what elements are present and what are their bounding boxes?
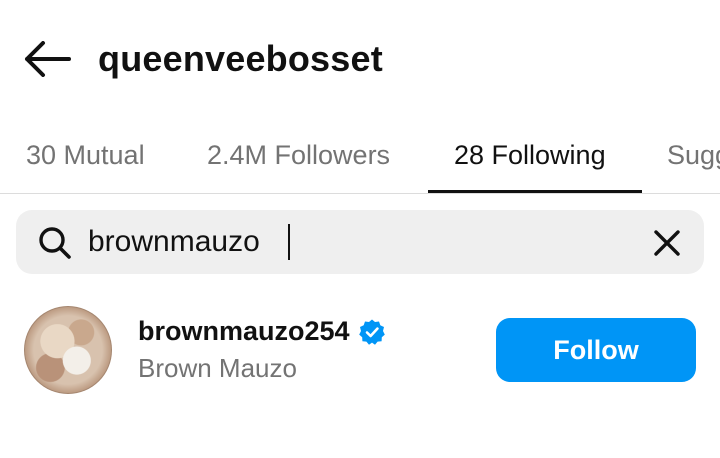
active-tab-indicator (428, 190, 642, 193)
verified-badge-icon (358, 319, 385, 345)
search-icon (39, 227, 71, 259)
back-button[interactable] (20, 36, 74, 82)
tab-following[interactable]: 28 Following (454, 116, 606, 193)
full-name: Brown Mauzo (138, 353, 297, 383)
tab-mutual[interactable]: 30 Mutual (26, 116, 145, 193)
tab-followers[interactable]: 2.4M Followers (207, 116, 390, 193)
text-cursor (288, 224, 290, 260)
tab-bar: 30 Mutual 2.4M Followers 28 Following Su… (0, 116, 720, 194)
search-input[interactable] (88, 220, 628, 264)
page-title: queenveebosset (98, 38, 383, 79)
list-item[interactable]: brownmauzo254 Brown Mauzo Follow (0, 296, 720, 404)
follow-button[interactable]: Follow (496, 318, 696, 382)
tab-suggested[interactable]: Suggested (667, 116, 720, 193)
search-bar (16, 210, 704, 274)
arrow-left-icon (25, 41, 71, 77)
username[interactable]: brownmauzo254 (138, 316, 350, 347)
username-line: brownmauzo254 (138, 316, 386, 347)
close-icon[interactable] (652, 228, 682, 258)
top-bar: queenveebosset (0, 0, 720, 116)
avatar[interactable] (24, 306, 112, 394)
